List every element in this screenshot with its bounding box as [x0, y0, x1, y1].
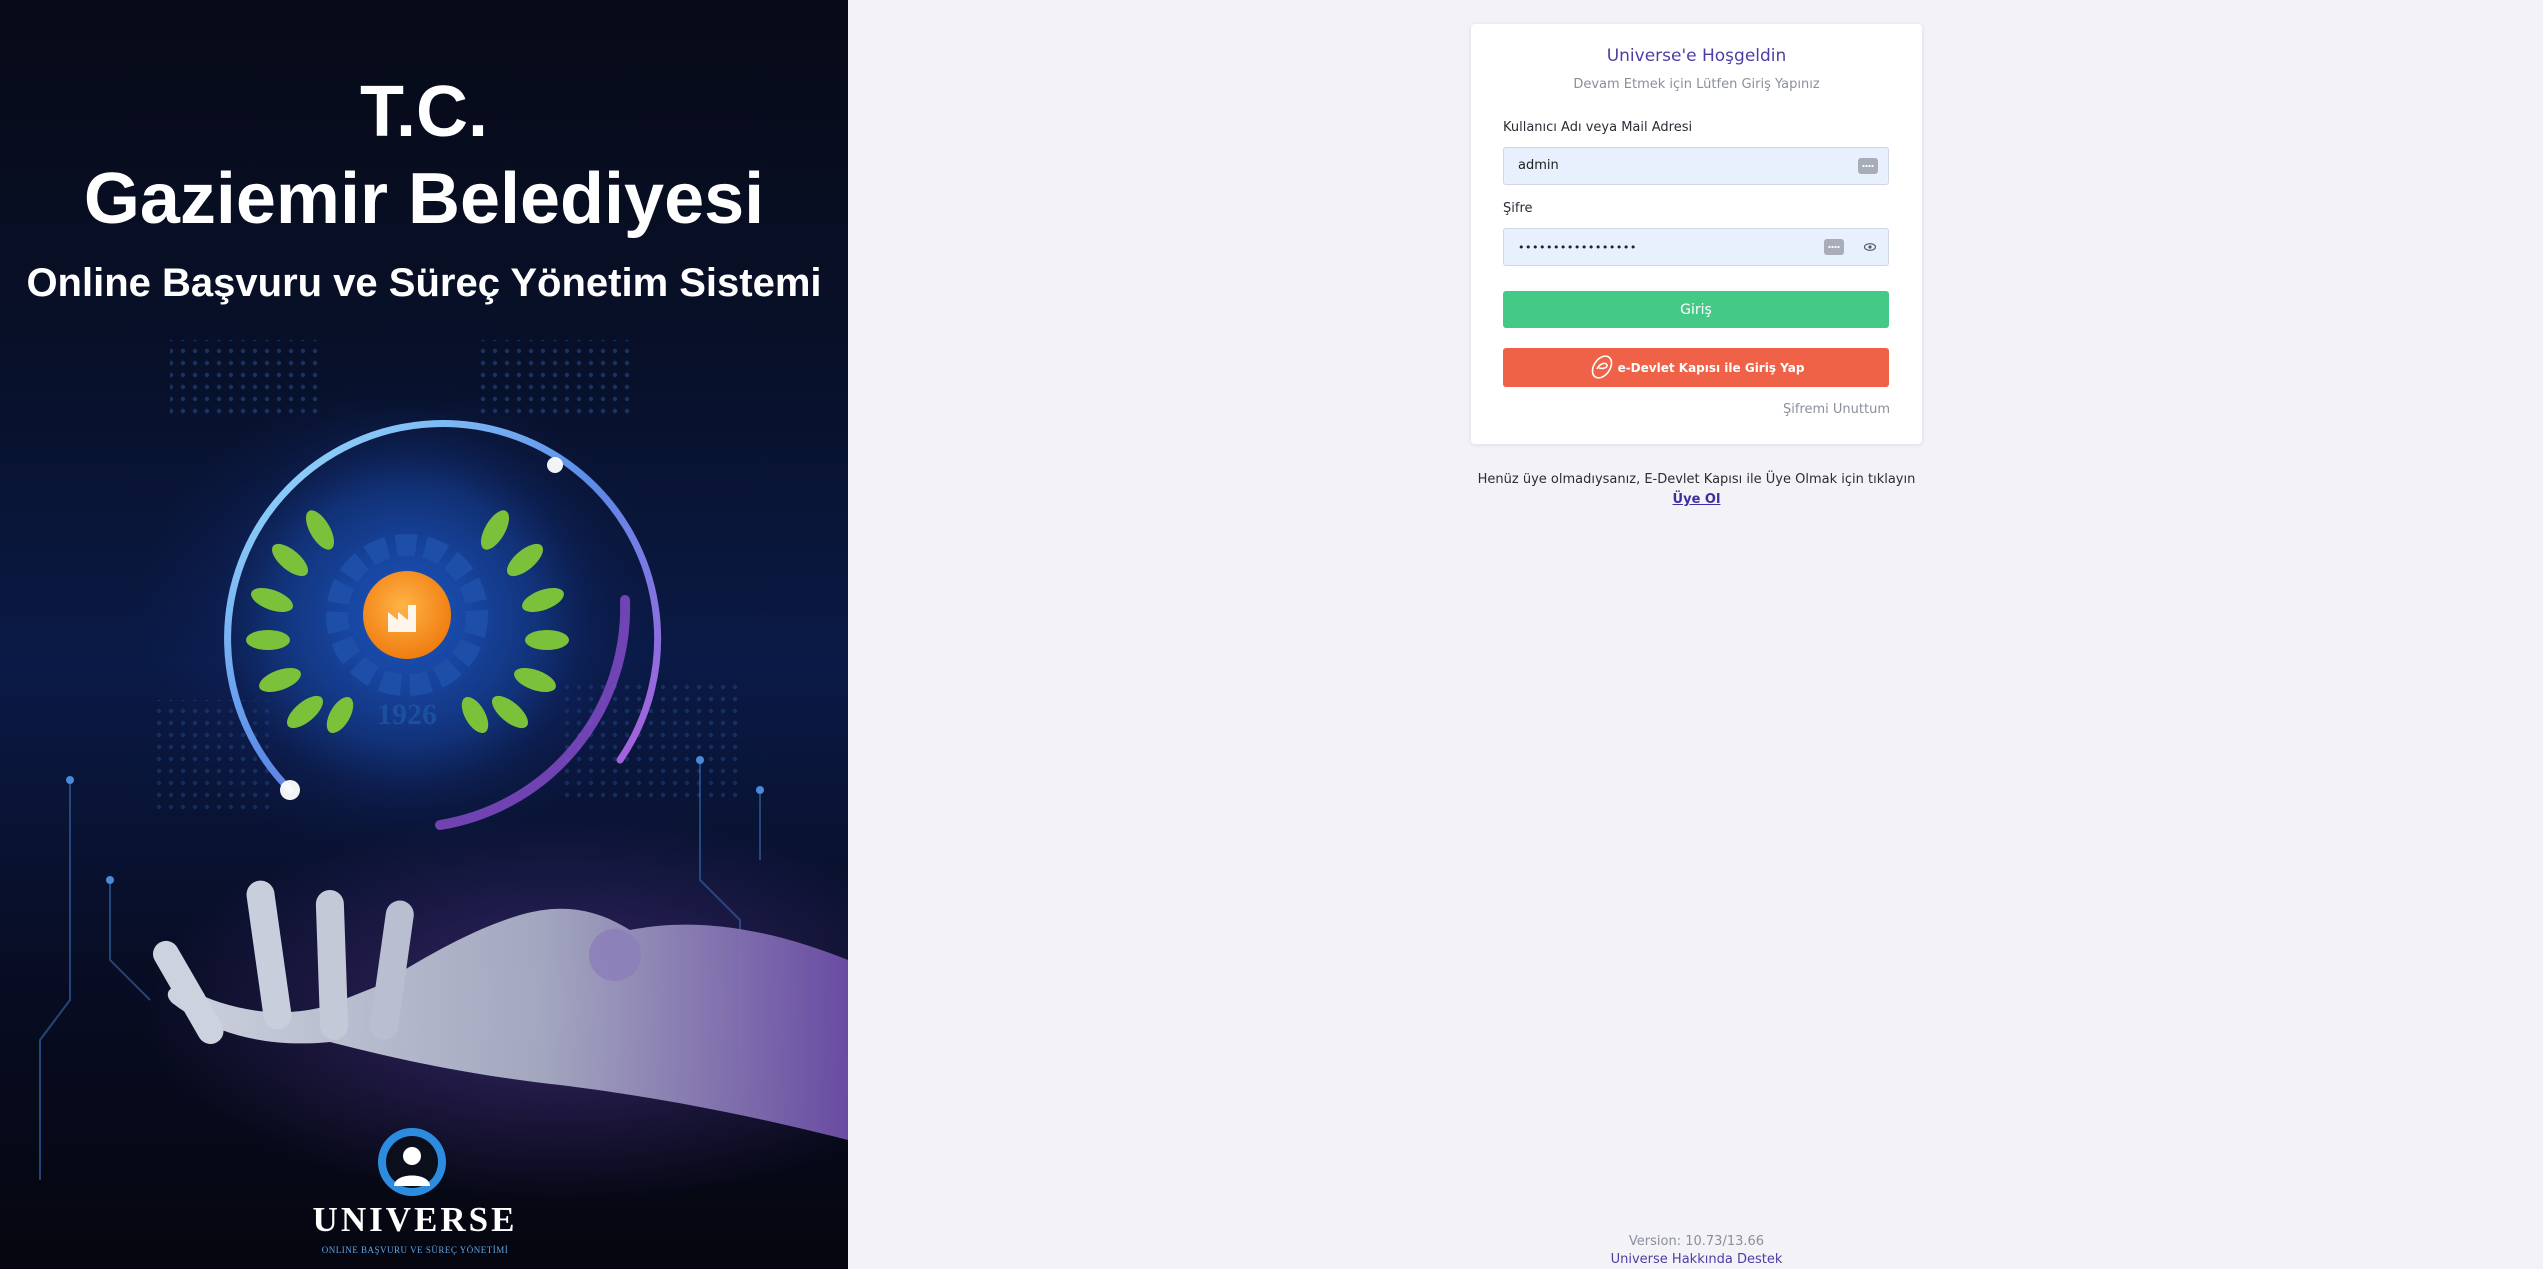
password-label: Şifre	[1503, 201, 1533, 216]
password-value: •••••••••••••••••	[1518, 241, 1637, 254]
universe-logo-icon	[378, 1128, 446, 1196]
emblem-seal	[363, 571, 451, 659]
login-button[interactable]: Giriş	[1503, 291, 1889, 328]
key-dots-icon[interactable]	[1858, 158, 1878, 174]
login-title: Universe'e Hoşgeldin	[1606, 46, 1787, 66]
robot-hand	[153, 880, 848, 1140]
ring-spark-top	[547, 457, 563, 473]
ring-spark-bottom	[280, 780, 300, 800]
hero-panel: T.C. Gaziemir Belediyesi Online Başvuru …	[0, 0, 848, 1269]
login-card: Universe'e Hoşgeldin Devam Etmek için Lü…	[1471, 24, 1922, 444]
version-text: Version: 10.73/13.66	[1628, 1234, 1765, 1249]
edevlet-logo-icon	[1591, 355, 1612, 379]
hero-illustration: 1926	[39, 340, 848, 1196]
hero-title-tc: T.C.	[359, 72, 488, 152]
eye-icon[interactable]	[1864, 243, 1876, 251]
support-link[interactable]: Destek	[1737, 1252, 1782, 1267]
signup-link[interactable]: Üye Ol	[1673, 492, 1721, 507]
signup-text: Henüz üye olmadıysanız, E-Devlet Kapısı …	[1477, 472, 1916, 487]
key-dots-icon[interactable]	[1824, 239, 1844, 255]
forgot-password-link[interactable]: Şifremi Unuttum	[1783, 402, 1890, 417]
edevlet-login-button[interactable]: e-Devlet Kapısı ile Giriş Yap	[1503, 348, 1889, 387]
dot-grid-right	[480, 340, 630, 420]
about-link[interactable]: Universe Hakkında	[1611, 1252, 1733, 1267]
login-subtitle: Devam Etmek için Lütfen Giriş Yapınız	[1573, 77, 1820, 92]
hero-title-municipality: Gaziemir Belediyesi	[83, 159, 765, 239]
username-input[interactable]: admin	[1503, 147, 1889, 185]
footer-links: Universe Hakkında Destek	[1471, 1252, 1922, 1267]
username-value: admin	[1518, 158, 1559, 173]
emblem-year: 1926	[377, 698, 437, 731]
signup-prompt: Henüz üye olmadıysanız, E-Devlet Kapısı …	[1471, 470, 1922, 510]
brand-name: UNIVERSE	[312, 1200, 518, 1239]
dot-grid-left	[170, 340, 320, 420]
edevlet-button-label: e-Devlet Kapısı ile Giriş Yap	[1617, 361, 1805, 375]
password-input[interactable]: •••••••••••••••••	[1503, 228, 1889, 266]
brand-tagline: ONLINE BAŞVURU VE SÜREÇ YÖNETİMİ	[321, 1245, 509, 1255]
username-label: Kullanıcı Adı veya Mail Adresi	[1503, 120, 1693, 135]
